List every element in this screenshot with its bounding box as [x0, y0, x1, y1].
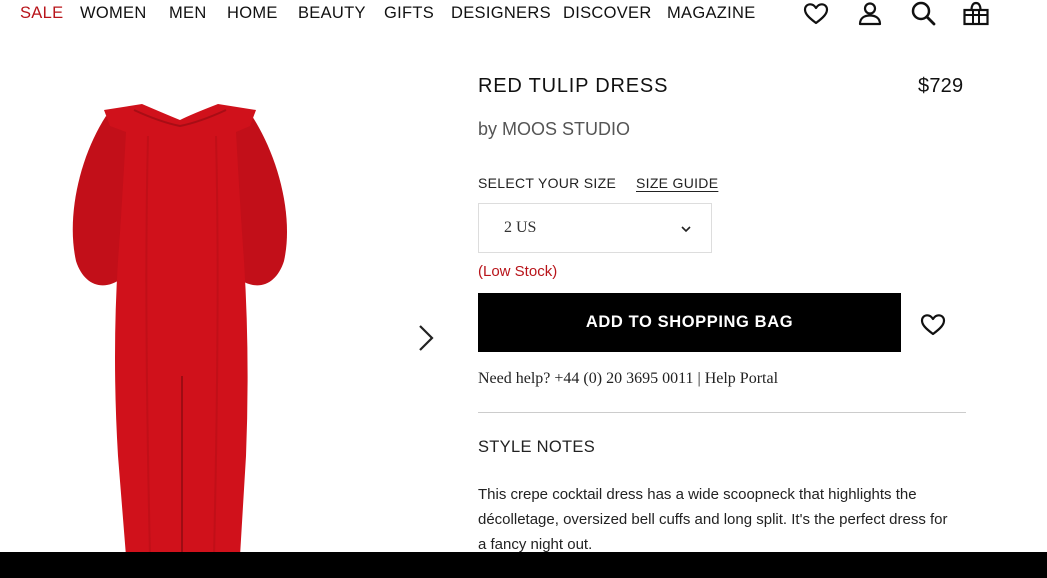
divider: [478, 412, 966, 413]
size-guide-link[interactable]: SIZE GUIDE: [636, 175, 718, 191]
product-price: $729: [918, 75, 964, 97]
size-label: SELECT YOUR SIZE: [478, 175, 617, 191]
product-page: SALE WOMEN MEN HOME BEAUTY GIFTS DESIGNE…: [0, 0, 1047, 552]
product-description: This crepe cocktail dress has a wide sco…: [478, 486, 948, 552]
product-title: RED TULIP DRESS: [478, 75, 669, 97]
shopping-bag-icon[interactable]: [962, 0, 990, 28]
search-icon[interactable]: [909, 0, 937, 28]
designer-link[interactable]: by MOOS STUDIO: [478, 119, 630, 140]
nav-item-home[interactable]: HOME: [227, 4, 278, 23]
nav-item-beauty[interactable]: BEAUTY: [298, 4, 366, 23]
next-image-icon[interactable]: [412, 322, 440, 354]
user-icon[interactable]: [856, 0, 884, 28]
nav-item-men[interactable]: MEN: [169, 4, 207, 23]
nav-item-designers[interactable]: DESIGNERS: [451, 4, 551, 23]
style-notes-heading: STYLE NOTES: [478, 438, 595, 456]
size-select[interactable]: 2 US: [478, 203, 712, 253]
add-to-bag-button[interactable]: ADD TO SHOPPING BAG: [478, 293, 901, 352]
stock-status: (Low Stock): [478, 263, 558, 280]
nav-item-women[interactable]: WOMEN: [80, 4, 147, 23]
nav-item-magazine[interactable]: MAGAZINE: [667, 4, 756, 23]
help-text[interactable]: Need help? +44 (0) 20 3695 0011 | Help P…: [478, 370, 778, 388]
nav-item-discover[interactable]: DISCOVER: [563, 4, 652, 23]
nav-item-gifts[interactable]: GIFTS: [384, 4, 434, 23]
chevron-down-icon: [679, 222, 693, 236]
wishlist-heart-icon[interactable]: [919, 311, 947, 339]
nav-item-sale[interactable]: SALE: [20, 4, 63, 23]
selected-size: 2 US: [504, 219, 537, 236]
main-nav: SALE WOMEN MEN HOME BEAUTY GIFTS DESIGNE…: [0, 0, 1047, 28]
product-image: [60, 96, 300, 552]
bottom-bar: [0, 552, 1047, 578]
heart-icon[interactable]: [802, 0, 830, 28]
